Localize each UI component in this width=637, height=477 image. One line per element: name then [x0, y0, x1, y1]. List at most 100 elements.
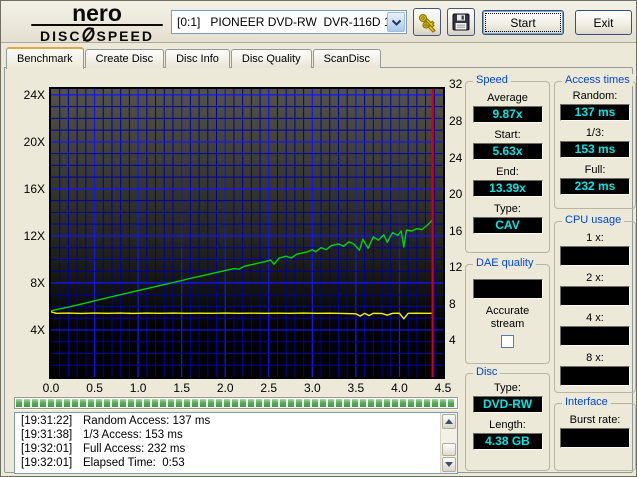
- access-times-group: Access times Random: 137 ms 1/3: 153 ms …: [554, 81, 636, 209]
- tab-scandisc[interactable]: ScanDisc: [313, 49, 381, 68]
- save-button[interactable]: [447, 8, 475, 36]
- left-axis-tick-24X: 24X: [7, 88, 45, 102]
- x-axis-tick-4.5: 4.5: [430, 381, 456, 395]
- start-speed-value: 5.63x: [473, 143, 543, 160]
- random-access-label: Random:: [555, 90, 635, 102]
- progress-bar: [14, 397, 458, 409]
- start-button-label: Start: [510, 16, 535, 30]
- speed-type-label: Type:: [466, 203, 549, 215]
- cpu-4x-label: 8 x:: [555, 352, 635, 364]
- scroll-down-icon: [445, 462, 453, 467]
- left-axis-tick-12X: 12X: [7, 229, 45, 243]
- log-scrollbar[interactable]: [440, 413, 457, 473]
- log-entry[interactable]: [19:31:38]1/3 Access: 153 ms: [15, 428, 439, 442]
- speed-group-title: Speed: [473, 74, 511, 86]
- tab-disc-info[interactable]: Disc Info: [165, 49, 230, 68]
- tab-create-disc[interactable]: Create Disc: [85, 49, 164, 68]
- logo-discspeed-text: DISC SPEED: [27, 27, 167, 45]
- log-entry[interactable]: [19:32:01]Full Access: 232 ms: [15, 442, 439, 456]
- progress-bar-fill: [16, 399, 456, 407]
- tab-disc-quality[interactable]: Disc Quality: [231, 49, 312, 68]
- average-speed-value: 9.87x: [473, 106, 543, 123]
- scroll-up-button[interactable]: [442, 414, 456, 429]
- x-axis-tick-0.5: 0.5: [82, 381, 108, 395]
- log-entry-time: [19:32:01]: [21, 456, 83, 470]
- one-third-access-label: 1/3:: [555, 127, 635, 139]
- left-axis-tick-8X: 8X: [7, 276, 45, 290]
- log-entry-message: Elapsed Time: 0:53: [83, 456, 185, 470]
- disc-type-value: DVD-RW: [473, 396, 543, 413]
- start-button[interactable]: Start: [482, 10, 564, 35]
- x-axis-tick-3.5: 3.5: [343, 381, 369, 395]
- log-entry-message: Full Access: 232 ms: [83, 442, 185, 456]
- disc-group-title: Disc: [473, 366, 500, 378]
- x-axis-tick-2.0: 2.0: [212, 381, 238, 395]
- accurate-stream-label: Accurate stream: [477, 305, 539, 331]
- left-axis-tick-4X: 4X: [7, 323, 45, 337]
- log-entry[interactable]: [19:32:01]Elapsed Time: 0:53: [15, 456, 439, 470]
- interface-group: Interface Burst rate:: [554, 403, 636, 471]
- keys-icon: [417, 12, 438, 33]
- drive-selector-dropdown-button[interactable]: [387, 12, 405, 32]
- floppy-save-icon: [452, 13, 470, 31]
- burst-rate-label: Burst rate:: [555, 414, 635, 426]
- exit-button[interactable]: Exit: [575, 10, 632, 35]
- cpu-3x-label: 4 x:: [555, 312, 635, 324]
- access-times-group-title: Access times: [562, 74, 633, 86]
- average-speed-label: Average: [466, 92, 549, 104]
- cpu-1x-label: 1 x:: [555, 232, 635, 244]
- disc-length-label: Length:: [466, 419, 549, 431]
- drive-selector-value: [0:1] PIONEER DVD-RW DVR-116D 1.06: [172, 15, 387, 29]
- cpu-4x-value: [560, 366, 630, 386]
- app-window: nero DISC SPEED [0:1] PIONEER DVD-RW DVR…: [0, 0, 637, 477]
- log-entry-time: [19:31:22]: [21, 414, 83, 428]
- log-entry[interactable]: [19:31:22]Random Access: 137 ms: [15, 414, 439, 428]
- cpu-usage-group: CPU usage 1 x:2 x:4 x:8 x:: [554, 221, 636, 393]
- benchmark-chart: [49, 87, 445, 379]
- exit-button-label: Exit: [593, 16, 613, 30]
- logo-disc-word: DISC: [40, 28, 81, 44]
- log-entry-time: [19:32:01]: [21, 442, 83, 456]
- disc-type-label: Type:: [466, 382, 549, 394]
- scroll-down-button[interactable]: [442, 457, 456, 472]
- left-axis-tick-16X: 16X: [7, 182, 45, 196]
- cpu-1x-value: [560, 246, 630, 266]
- cpu-2x-value: [560, 286, 630, 306]
- logo-brand-text: nero: [27, 3, 167, 24]
- dae-quality-group-title: DAE quality: [473, 257, 536, 269]
- disc-group: Disc Type: DVD-RW Length: 4.38 GB: [465, 373, 550, 471]
- burst-rate-value: [560, 428, 630, 448]
- nero-discspeed-logo: nero DISC SPEED: [27, 3, 167, 45]
- full-access-label: Full:: [555, 164, 635, 176]
- cpu-2x-label: 2 x:: [555, 272, 635, 284]
- left-axis-tick-20X: 20X: [7, 135, 45, 149]
- speed-type-value: CAV: [473, 217, 543, 234]
- toolbar: nero DISC SPEED [0:1] PIONEER DVD-RW DVR…: [1, 1, 636, 43]
- x-axis-tick-2.5: 2.5: [256, 381, 282, 395]
- accurate-stream-checkbox[interactable]: [501, 335, 514, 348]
- dae-quality-group: DAE quality Accurate stream: [465, 264, 550, 364]
- end-speed-label: End:: [466, 166, 549, 178]
- drive-selector-combobox[interactable]: [0:1] PIONEER DVD-RW DVR-116D 1.06: [171, 10, 407, 34]
- log-entry-time: [19:31:38]: [21, 428, 83, 442]
- scroll-up-icon: [445, 419, 453, 424]
- tab-strip: BenchmarkCreate DiscDisc InfoDisc Qualit…: [6, 46, 382, 68]
- options-button[interactable]: [413, 8, 441, 36]
- speed-group: Speed Average 9.87x Start: 5.63x End: 13…: [465, 81, 550, 253]
- log-entry-message: Random Access: 137 ms: [83, 414, 210, 428]
- logo-speed-word: SPEED: [96, 28, 153, 44]
- one-third-access-value: 153 ms: [560, 141, 630, 158]
- status-log-list: [19:31:22]Random Access: 137 ms[19:31:38…: [15, 414, 439, 470]
- x-axis-tick-1.0: 1.0: [125, 381, 151, 395]
- chevron-down-icon: [391, 18, 402, 27]
- x-axis-tick-4.0: 4.0: [386, 381, 412, 395]
- disc-logo-icon: [82, 27, 95, 45]
- cpu-usage-group-title: CPU usage: [562, 214, 624, 226]
- random-access-value: 137 ms: [560, 104, 630, 121]
- tab-benchmark[interactable]: Benchmark: [6, 47, 84, 69]
- log-entry-message: 1/3 Access: 153 ms: [83, 428, 183, 442]
- scrollbar-thumb[interactable]: [442, 443, 456, 456]
- benchmark-tab-panel: 24X20X16X12X8X4X 32282420161284 0.00.51.…: [4, 67, 633, 473]
- cpu-3x-value: [560, 326, 630, 346]
- status-log[interactable]: [19:31:22]Random Access: 137 ms[19:31:38…: [14, 412, 458, 474]
